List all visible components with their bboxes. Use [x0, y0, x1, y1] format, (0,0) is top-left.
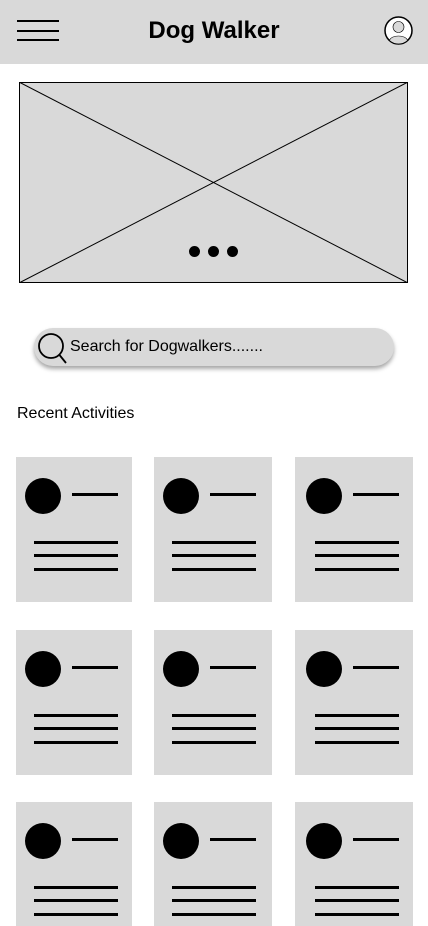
- avatar: [306, 478, 342, 514]
- title-line: [353, 666, 399, 669]
- text-line: [315, 541, 399, 544]
- text-line: [315, 741, 399, 744]
- title-line: [72, 493, 118, 496]
- avatar: [163, 823, 199, 859]
- text-line: [315, 913, 399, 916]
- text-line: [315, 727, 399, 730]
- title-line: [210, 838, 256, 841]
- text-line: [34, 886, 118, 889]
- text-line: [172, 554, 256, 557]
- carousel-dot[interactable]: [208, 246, 219, 257]
- app-title: Dog Walker: [148, 17, 280, 44]
- text-line: [34, 568, 118, 571]
- text-line: [172, 541, 256, 544]
- activity-card[interactable]: [16, 457, 132, 602]
- title-line: [72, 838, 118, 841]
- carousel-dots: [19, 246, 408, 258]
- text-line: [315, 886, 399, 889]
- carousel-dot[interactable]: [227, 246, 238, 257]
- user-profile-icon[interactable]: [384, 16, 413, 45]
- app-header: Dog Walker: [0, 0, 428, 64]
- text-line: [34, 541, 118, 544]
- avatar: [25, 478, 61, 514]
- activity-card[interactable]: [295, 630, 413, 775]
- text-line: [315, 899, 399, 902]
- text-line: [34, 554, 118, 557]
- text-line: [172, 886, 256, 889]
- text-line: [172, 913, 256, 916]
- text-line: [34, 899, 118, 902]
- activity-card[interactable]: [154, 457, 272, 602]
- avatar: [306, 651, 342, 687]
- activity-card[interactable]: [16, 802, 132, 926]
- title-line: [210, 493, 256, 496]
- avatar: [25, 651, 61, 687]
- avatar: [163, 651, 199, 687]
- text-line: [34, 913, 118, 916]
- text-line: [34, 741, 118, 744]
- activity-card[interactable]: [154, 802, 272, 926]
- text-line: [172, 727, 256, 730]
- activity-card[interactable]: [295, 457, 413, 602]
- text-line: [172, 714, 256, 717]
- text-line: [315, 714, 399, 717]
- text-line: [172, 899, 256, 902]
- title-line: [353, 493, 399, 496]
- text-line: [34, 714, 118, 717]
- avatar: [25, 823, 61, 859]
- text-line: [172, 741, 256, 744]
- hero-image-placeholder[interactable]: [19, 82, 408, 283]
- title-line: [353, 838, 399, 841]
- search-input[interactable]: [70, 328, 380, 366]
- text-line: [315, 554, 399, 557]
- avatar: [163, 478, 199, 514]
- text-line: [315, 568, 399, 571]
- carousel-dot[interactable]: [189, 246, 200, 257]
- title-line: [210, 666, 256, 669]
- avatar: [306, 823, 342, 859]
- recent-activities-title: Recent Activities: [17, 405, 135, 422]
- search-icon[interactable]: [38, 333, 68, 365]
- search-bar: [34, 328, 394, 366]
- activity-card[interactable]: [295, 802, 413, 926]
- text-line: [34, 727, 118, 730]
- activity-card[interactable]: [16, 630, 132, 775]
- activity-card[interactable]: [154, 630, 272, 775]
- text-line: [172, 568, 256, 571]
- title-line: [72, 666, 118, 669]
